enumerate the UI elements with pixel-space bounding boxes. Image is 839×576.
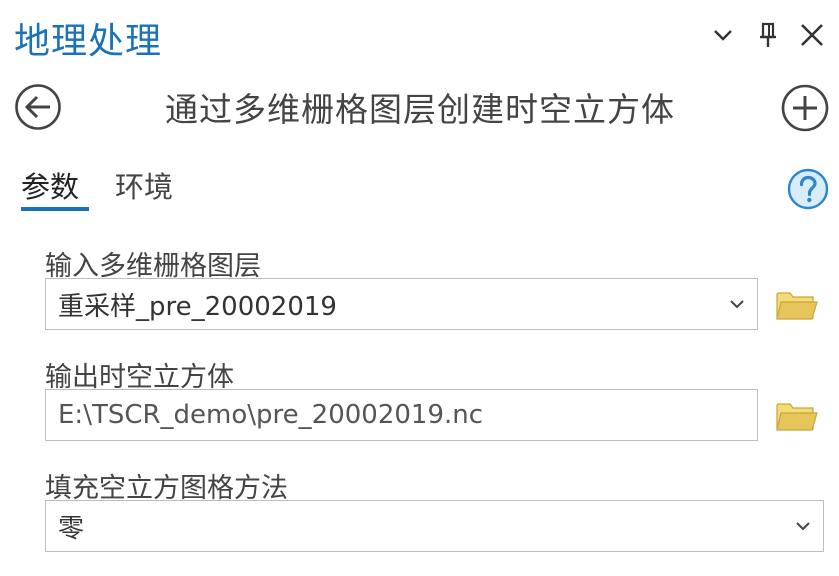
tab-environments[interactable]: 环境	[115, 164, 173, 206]
browse-folder-icon[interactable]	[775, 288, 819, 322]
close-icon[interactable]	[795, 18, 829, 52]
add-circle-icon[interactable]	[779, 82, 831, 134]
fill-method-value: 零	[58, 513, 85, 544]
active-tab-indicator	[21, 207, 89, 211]
output-cube-input[interactable]: E:\TSCR_demo\pre_20002019.nc	[45, 389, 758, 441]
tab-parameters[interactable]: 参数	[21, 164, 79, 206]
chevron-down-icon[interactable]	[795, 521, 811, 531]
input-layer-value: 重采样_pre_20002019	[58, 291, 337, 322]
browse-folder-icon[interactable]	[775, 399, 819, 433]
chevron-down-icon[interactable]	[706, 18, 740, 52]
help-icon[interactable]	[787, 168, 829, 210]
chevron-down-icon[interactable]	[729, 299, 745, 309]
pin-icon[interactable]	[751, 18, 785, 52]
input-layer-dropdown[interactable]: 重采样_pre_20002019	[45, 278, 758, 330]
fill-method-dropdown[interactable]: 零	[45, 500, 824, 552]
tool-title: 通过多维栅格图层创建时空立方体	[165, 90, 675, 129]
pane-title: 地理处理	[14, 21, 163, 62]
back-arrow-icon[interactable]	[13, 82, 63, 132]
